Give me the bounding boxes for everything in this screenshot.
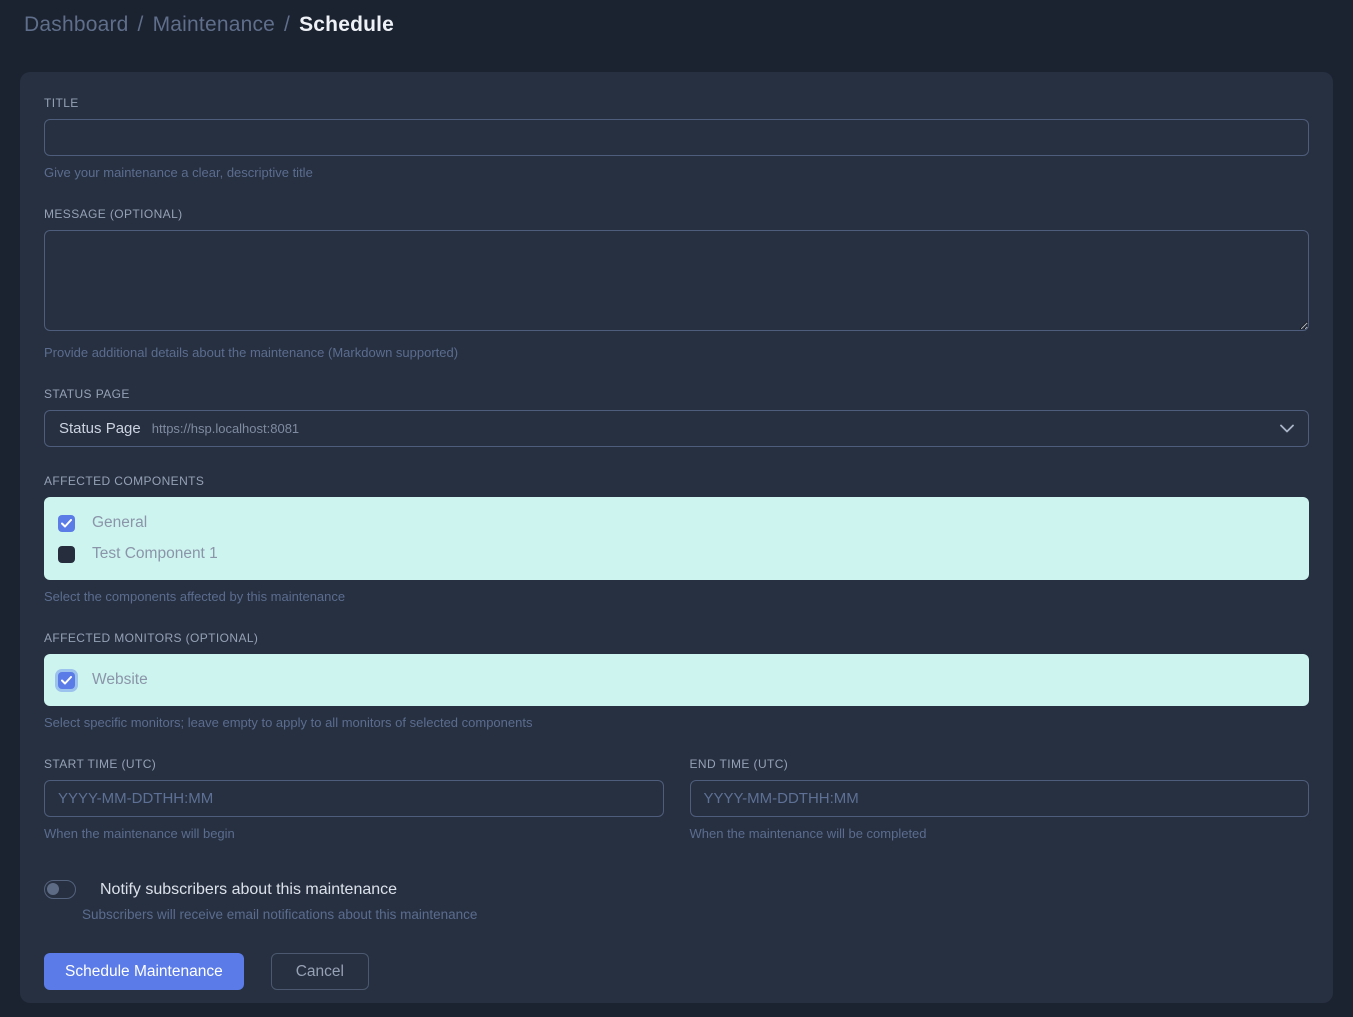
message-label: MESSAGE (OPTIONAL) (44, 207, 1309, 221)
affected-components-field-group: AFFECTED COMPONENTS General Test Compone… (44, 474, 1309, 604)
status-page-field-group: STATUS PAGE Status Page https://hsp.loca… (44, 387, 1309, 447)
schedule-maintenance-button[interactable]: Schedule Maintenance (44, 953, 244, 990)
end-time-input[interactable] (690, 780, 1310, 817)
page-title: Schedule (299, 13, 394, 37)
notify-subscribers-help-text: Subscribers will receive email notificat… (82, 907, 1309, 922)
checkbox-website[interactable] (58, 672, 75, 689)
message-help-text: Provide additional details about the mai… (44, 345, 1309, 360)
breadcrumb-separator: / (138, 13, 144, 37)
affected-components-panel: General Test Component 1 (44, 497, 1309, 580)
breadcrumb-separator: / (284, 13, 290, 37)
check-icon (61, 519, 72, 528)
title-field-group: TITLE Give your maintenance a clear, des… (44, 96, 1309, 180)
component-option-label: Test Component 1 (92, 545, 218, 563)
title-help-text: Give your maintenance a clear, descripti… (44, 165, 1309, 180)
title-label: TITLE (44, 96, 1309, 110)
status-page-selected-url: https://hsp.localhost:8081 (152, 421, 299, 436)
chevron-down-icon (1280, 424, 1294, 433)
start-time-input[interactable] (44, 780, 664, 817)
breadcrumb-maintenance[interactable]: Maintenance (153, 13, 275, 37)
notify-subscribers-group: Notify subscribers about this maintenanc… (44, 880, 1309, 922)
cancel-button[interactable]: Cancel (271, 953, 369, 990)
component-option-label: General (92, 514, 147, 532)
top-bar: Dashboard / Maintenance / Schedule (0, 0, 1353, 72)
affected-monitors-panel: Website (44, 654, 1309, 706)
title-input[interactable] (44, 119, 1309, 156)
end-time-field-group: END TIME (UTC) When the maintenance will… (690, 757, 1310, 841)
monitor-option-website[interactable]: Website (58, 668, 1295, 692)
notify-subscribers-label: Notify subscribers about this maintenanc… (100, 881, 397, 899)
start-time-label: START TIME (UTC) (44, 757, 664, 771)
end-time-label: END TIME (UTC) (690, 757, 1310, 771)
checkbox-general[interactable] (58, 515, 75, 532)
status-page-selected-name: Status Page (59, 420, 141, 437)
notify-subscribers-toggle[interactable] (44, 880, 76, 899)
affected-monitors-help-text: Select specific monitors; leave empty to… (44, 715, 1309, 730)
component-option-test-component-1[interactable]: Test Component 1 (58, 542, 1295, 566)
breadcrumb-dashboard[interactable]: Dashboard (24, 13, 129, 37)
form-actions: Schedule Maintenance Cancel (44, 953, 1309, 990)
time-fields-row: START TIME (UTC) When the maintenance wi… (44, 757, 1309, 841)
breadcrumb: Dashboard / Maintenance / Schedule (24, 13, 1329, 37)
affected-components-label: AFFECTED COMPONENTS (44, 474, 1309, 488)
schedule-maintenance-form-card: TITLE Give your maintenance a clear, des… (20, 72, 1333, 1003)
affected-monitors-field-group: AFFECTED MONITORS (OPTIONAL) Website Sel… (44, 631, 1309, 730)
notify-subscribers-row[interactable]: Notify subscribers about this maintenanc… (44, 880, 1309, 899)
start-time-field-group: START TIME (UTC) When the maintenance wi… (44, 757, 664, 841)
start-time-help-text: When the maintenance will begin (44, 826, 664, 841)
end-time-help-text: When the maintenance will be completed (690, 826, 1310, 841)
checkbox-test-component-1[interactable] (58, 546, 75, 563)
status-page-select[interactable]: Status Page https://hsp.localhost:8081 (44, 410, 1309, 447)
check-icon (61, 676, 72, 685)
status-page-label: STATUS PAGE (44, 387, 1309, 401)
monitor-option-label: Website (92, 671, 148, 689)
toggle-knob (47, 883, 59, 895)
message-textarea[interactable] (44, 230, 1309, 331)
affected-components-help-text: Select the components affected by this m… (44, 589, 1309, 604)
message-field-group: MESSAGE (OPTIONAL) Provide additional de… (44, 207, 1309, 360)
component-option-general[interactable]: General (58, 511, 1295, 535)
affected-monitors-label: AFFECTED MONITORS (OPTIONAL) (44, 631, 1309, 645)
